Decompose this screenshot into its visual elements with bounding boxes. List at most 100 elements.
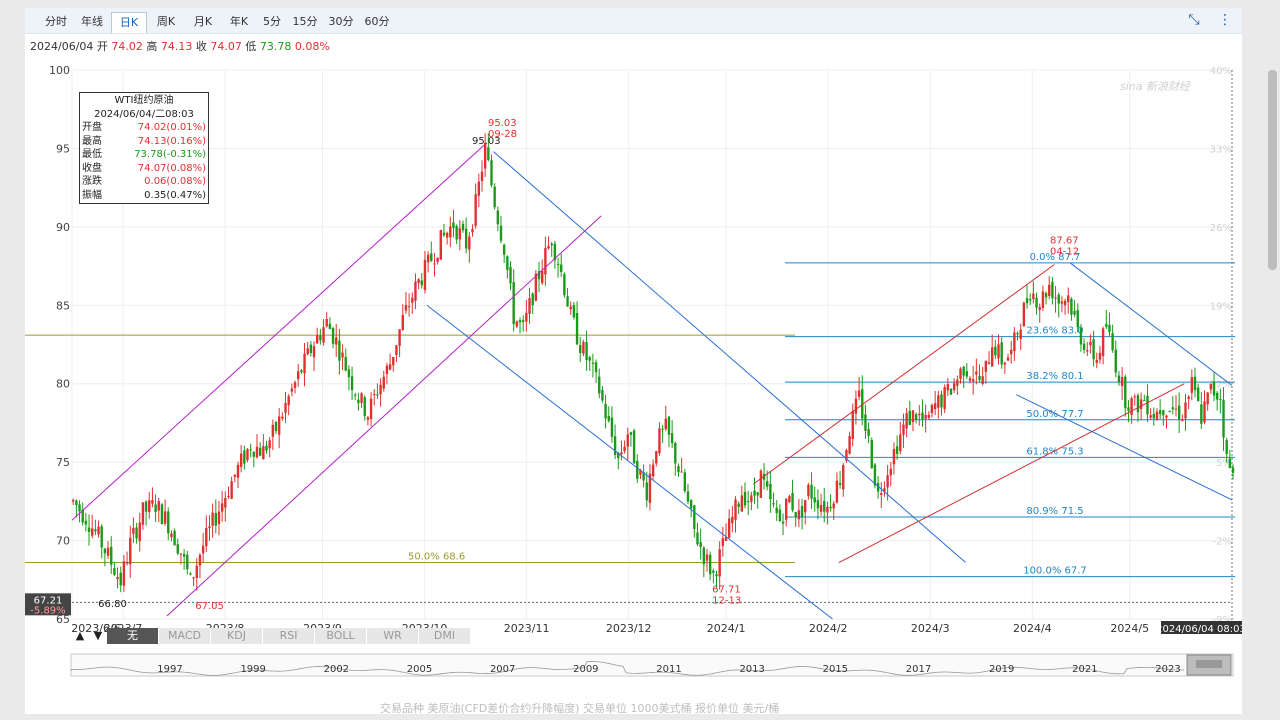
candle-body	[541, 270, 544, 284]
candle-body	[994, 346, 997, 356]
candle-body	[1190, 377, 1194, 393]
purple-channel-bottom	[166, 215, 602, 617]
candle-body	[715, 574, 718, 577]
candle-body	[84, 520, 88, 525]
candle-body	[683, 472, 687, 492]
tab-2[interactable]: 日K	[111, 12, 147, 33]
candle-body	[563, 273, 566, 296]
candle-body	[1003, 362, 1007, 365]
candle-body	[566, 296, 569, 307]
tab-4[interactable]: 月K	[185, 12, 221, 33]
indicator-tab-1[interactable]: MACD	[159, 628, 211, 644]
candle-body	[1092, 339, 1095, 360]
indicator-tab-3[interactable]: RSI	[263, 628, 315, 644]
indicator-tab-4[interactable]: BOLL	[315, 628, 367, 644]
candle-body	[924, 414, 927, 419]
candle-body	[921, 412, 924, 420]
y-tick-label: 95	[56, 142, 70, 155]
candle-body	[528, 298, 531, 314]
candle-body	[220, 503, 224, 512]
candle-body	[132, 527, 135, 534]
candle-body	[224, 497, 227, 508]
tab-0[interactable]: 分时	[39, 12, 73, 33]
ohlc-row-value: 73.78(-0.31%)	[134, 149, 206, 160]
ohlc-row-2: 最低 73.78(-0.31%)	[80, 148, 208, 162]
candle-body	[303, 353, 306, 374]
candle-body	[623, 446, 626, 452]
scroll-down-arrow-icon[interactable]: ▼	[89, 628, 107, 644]
candle-body	[838, 482, 842, 485]
indicator-tab-2[interactable]: KDJ	[211, 628, 263, 644]
navigator-year: 2013	[739, 664, 764, 675]
candle-body	[1076, 309, 1079, 328]
candle-body	[154, 504, 157, 513]
collapse-icon[interactable]: ⤡	[1188, 12, 1199, 28]
tab-8[interactable]: 30分	[323, 12, 359, 33]
tab-3[interactable]: 周K	[147, 12, 185, 33]
candle-body	[1051, 281, 1054, 299]
candle-body	[968, 378, 972, 381]
indicator-tabs: ▲ ▼ 无 MACD KDJ RSI BOLL WR DMI	[71, 628, 471, 644]
candle-body	[1101, 328, 1105, 357]
candle-body	[1029, 299, 1032, 301]
indicator-tab-0[interactable]: 无	[107, 628, 159, 644]
candle-body	[674, 442, 677, 464]
candle-body	[246, 449, 249, 461]
candle-body	[1143, 400, 1146, 402]
scroll-up-arrow-icon[interactable]: ▲	[71, 628, 89, 644]
candle-body	[1032, 293, 1035, 300]
indicator-tab-5[interactable]: WR	[367, 628, 419, 644]
candle-body	[167, 511, 170, 534]
annotation-high-8767-date: 04-12	[1050, 246, 1079, 257]
candle-body	[956, 379, 959, 386]
candle-body	[965, 371, 969, 377]
navigator-handle-grip	[1196, 660, 1222, 668]
navigator-year: 2021	[1072, 664, 1097, 675]
more-menu-icon[interactable]: ⋮	[1218, 12, 1232, 28]
page-scrollbar[interactable]	[1268, 70, 1277, 270]
candle-body	[138, 522, 141, 542]
candle-body	[534, 273, 538, 301]
candle-body	[911, 410, 915, 423]
candle-body	[1000, 342, 1003, 365]
candle-body	[1010, 349, 1013, 355]
navigator-year: 2007	[490, 664, 515, 675]
candle-body	[645, 482, 648, 501]
candle-body	[414, 281, 417, 301]
fib-label: 38.2% 80.1	[1026, 371, 1083, 382]
ohlc-row-label: 收盘	[82, 162, 102, 174]
candle-body	[290, 388, 294, 392]
navigator-year: 2005	[407, 664, 432, 675]
candle-body	[252, 451, 256, 457]
candle-body	[978, 375, 981, 380]
tab-1[interactable]: 年线	[73, 12, 111, 33]
candle-body	[1082, 343, 1086, 350]
tab-9[interactable]: 60分	[359, 12, 395, 33]
candle-body	[1117, 375, 1121, 383]
candle-body	[842, 465, 845, 490]
candle-body	[946, 384, 950, 391]
candle-body	[816, 500, 820, 509]
candle-body	[312, 346, 316, 358]
candle-body	[626, 434, 629, 447]
tab-5[interactable]: 年K	[221, 12, 257, 33]
ohlc-row-label: 开盘	[82, 122, 102, 133]
candle-body	[670, 433, 674, 444]
candle-body	[151, 500, 154, 504]
candle-body	[420, 280, 423, 286]
tab-7[interactable]: 15分	[287, 12, 323, 33]
candle-body	[100, 526, 103, 548]
ohlc-row-value: 74.02(0.01%)	[137, 122, 206, 133]
y-tick-label: 90	[56, 221, 70, 234]
candle-body	[455, 226, 458, 240]
tab-6[interactable]: 5分	[257, 12, 287, 33]
candle-body	[610, 417, 614, 437]
candle-body	[316, 335, 319, 344]
candle-body	[493, 186, 496, 208]
x-tick-label: 2024/2	[809, 622, 848, 635]
candle-body	[740, 495, 744, 512]
indicator-tab-6[interactable]: DMI	[419, 628, 471, 644]
candle-body	[699, 542, 702, 548]
navigator-year: 1997	[157, 664, 182, 675]
candle-body	[705, 554, 709, 561]
